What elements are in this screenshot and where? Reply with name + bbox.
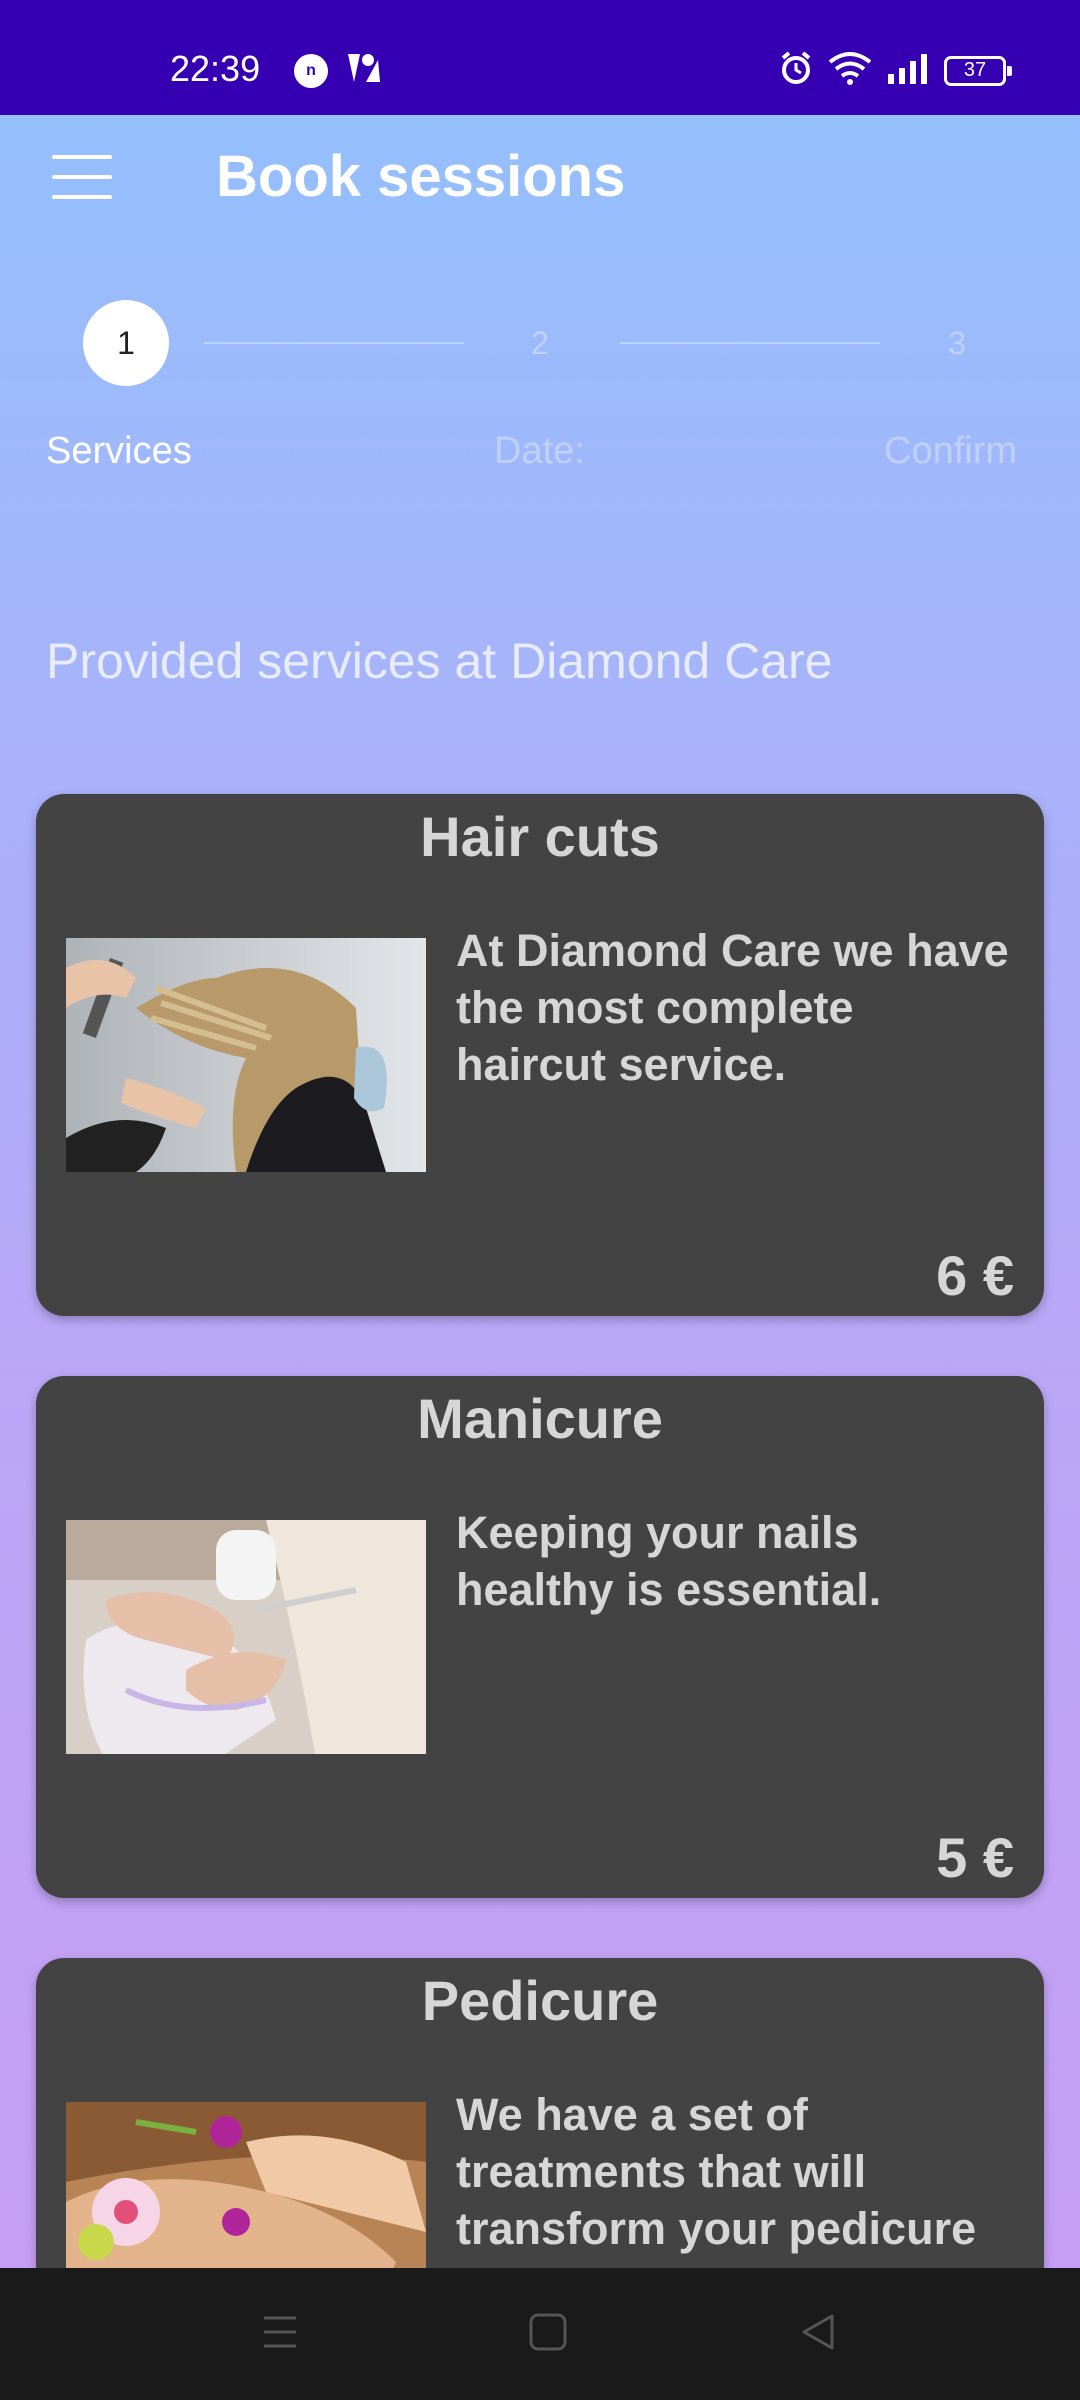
step-1-circle[interactable]: 1: [83, 300, 169, 386]
notification-icon: n: [294, 54, 328, 88]
step-3-circle[interactable]: 3: [914, 300, 1000, 386]
status-bar: 22:39 n 37: [0, 0, 1080, 115]
service-card-hair-cuts[interactable]: Hair cuts At Diamond Care we have the mo…: [36, 794, 1044, 1316]
signal-icon: [886, 52, 930, 89]
page-title: Book sessions: [216, 144, 626, 209]
wifi-icon: [828, 50, 872, 91]
recent-apps-icon[interactable]: [260, 2312, 300, 2357]
step-2-circle[interactable]: 2: [497, 300, 583, 386]
service-title: Pedicure: [421, 1969, 659, 2032]
section-heading: Provided services at Diamond Care: [46, 633, 833, 689]
battery-icon: 37: [944, 55, 1012, 86]
back-icon[interactable]: [798, 2312, 838, 2357]
step-3-label: Confirm: [884, 430, 1018, 472]
service-description: We have a set of treatments that will tr…: [456, 2089, 977, 2254]
system-nav-bar: [0, 2268, 1080, 2400]
booking-stepper: 1 2 3 Services Date: Confirm: [0, 290, 1080, 490]
status-time: 22:39: [170, 48, 261, 89]
service-description: Keeping your nails healthy is essential.: [456, 1507, 882, 1615]
service-title: Hair cuts: [420, 805, 660, 868]
home-icon[interactable]: [528, 2312, 568, 2357]
step-connector-2: [620, 342, 880, 344]
service-card-manicure[interactable]: Manicure Keeping your nails healthy is e…: [36, 1376, 1044, 1898]
step-connector-1: [204, 342, 464, 344]
app-notification-icon: [344, 50, 384, 91]
step-2-label: Date:: [494, 430, 585, 472]
manicure-image: [66, 1520, 426, 1754]
haircut-image: [66, 938, 426, 1172]
service-price: 6 €: [936, 1244, 1014, 1307]
service-title: Manicure: [417, 1387, 663, 1450]
service-description: At Diamond Care we have the most complet…: [456, 925, 1009, 1090]
alarm-icon: [778, 50, 814, 91]
hamburger-menu-icon[interactable]: [52, 155, 112, 199]
app-bar: Book sessions: [0, 115, 1080, 235]
service-price: 5 €: [936, 1826, 1014, 1889]
step-1-label: Services: [46, 430, 192, 472]
